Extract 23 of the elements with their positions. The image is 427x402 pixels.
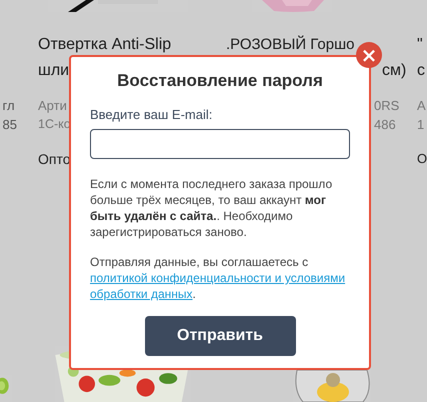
period-text: .	[192, 287, 196, 301]
product-meta: 85	[2, 116, 17, 134]
product-meta: Арти	[38, 97, 67, 115]
product-title[interactable]: "	[417, 36, 423, 54]
product-title[interactable]: шли	[38, 62, 70, 80]
product-title[interactable]: с	[417, 62, 425, 80]
product-title[interactable]: Отвертка Anti-Slip	[38, 36, 172, 54]
consent-text: Отправляя данные, вы соглашаетесь с	[90, 254, 308, 270]
product-meta: 1	[417, 116, 424, 134]
notice-text: Если с момента последнего заказа прошло больше трёх месяцев, то ваш аккаунт мог быть удалён с сайта.. Необходимо зарегистрироваться заново.	[90, 176, 334, 240]
price-label: О	[417, 150, 427, 168]
price-label: Опто	[38, 150, 71, 168]
product-meta: А	[417, 97, 426, 115]
product-title[interactable]: .РОЗОВЫЙ Горшо	[226, 36, 354, 54]
product-meta: 0RS	[374, 97, 400, 115]
product-meta: гл	[2, 97, 15, 115]
product-meta: 486	[374, 116, 396, 134]
submit-button[interactable]: Отправить	[144, 316, 296, 356]
product-title[interactable]: см)	[382, 62, 406, 80]
dialog-title: Восстановление пароля	[116, 70, 324, 92]
close-button[interactable]: ×	[356, 42, 382, 68]
email-field[interactable]	[90, 129, 350, 159]
field-label: Введите ваш E-mail:	[90, 107, 212, 123]
